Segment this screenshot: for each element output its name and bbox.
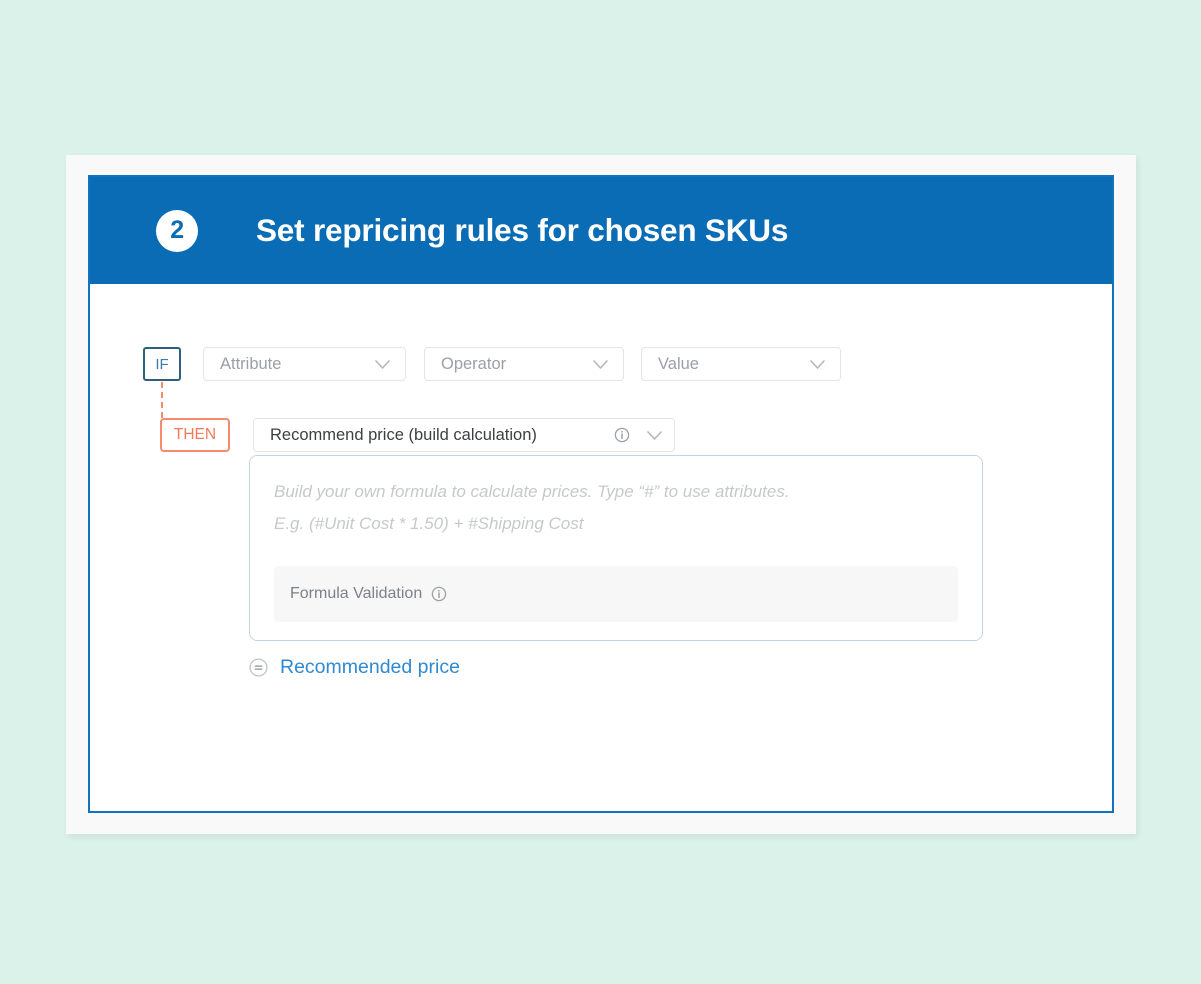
operator-select-placeholder: Operator <box>441 354 507 373</box>
chevron-down-icon <box>647 430 662 440</box>
if-then-connector-line <box>161 382 163 418</box>
formula-placeholder-line-2: E.g. (#Unit Cost * 1.50) + #Shipping Cos… <box>274 514 584 533</box>
step-number-badge: 2 <box>156 209 198 252</box>
repricing-rules-card: 2 Set repricing rules for chosen SKUs IF… <box>88 175 1114 813</box>
then-tag: THEN <box>160 418 230 452</box>
equals-circle-icon <box>249 658 268 677</box>
value-select-placeholder: Value <box>658 354 699 373</box>
then-action-row: THEN Recommend price (build calculation) <box>160 418 675 452</box>
action-select-tail <box>614 427 663 443</box>
attribute-select-placeholder: Attribute <box>220 354 282 373</box>
attribute-select[interactable]: Attribute <box>203 347 406 381</box>
page-title: Set repricing rules for chosen SKUs <box>256 212 789 248</box>
if-condition-row: IF Attribute Operator Value <box>143 347 841 381</box>
card-body: IF Attribute Operator Value THEN Recomme… <box>90 284 1112 811</box>
info-icon[interactable] <box>431 586 447 602</box>
formula-validation-strip: Formula Validation <box>274 566 958 622</box>
value-select[interactable]: Value <box>641 347 841 381</box>
info-icon[interactable] <box>614 427 630 443</box>
recommended-price-output[interactable]: Recommended price <box>249 656 460 679</box>
formula-validation-label: Formula Validation <box>290 585 423 602</box>
operator-select[interactable]: Operator <box>424 347 624 381</box>
chevron-down-icon <box>375 359 390 369</box>
outer-frame: 2 Set repricing rules for chosen SKUs IF… <box>66 155 1136 834</box>
formula-input[interactable]: Build your own formula to calculate pric… <box>249 455 983 641</box>
chevron-down-icon <box>810 359 825 369</box>
recommended-price-label: Recommended price <box>280 656 460 678</box>
chevron-down-icon <box>593 359 608 369</box>
card-header: 2 Set repricing rules for chosen SKUs <box>90 177 1112 284</box>
formula-placeholder-line-1: Build your own formula to calculate pric… <box>274 482 790 501</box>
if-tag: IF <box>143 347 181 381</box>
action-select[interactable]: Recommend price (build calculation) <box>253 418 675 452</box>
action-select-value: Recommend price (build calculation) <box>270 425 537 444</box>
